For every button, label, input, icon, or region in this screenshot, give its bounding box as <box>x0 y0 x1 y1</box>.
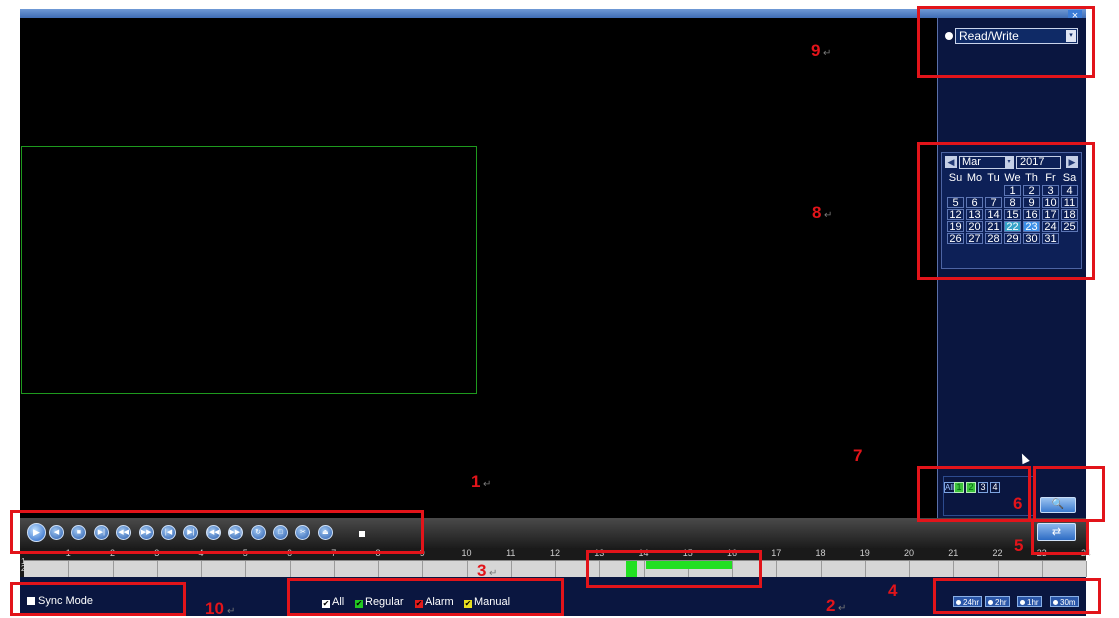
timeline-row-label: 2 <box>21 564 26 573</box>
annotation-box-6 <box>1033 466 1105 522</box>
annotation-label-4: 4 <box>888 581 898 600</box>
timeline-gridline <box>289 561 291 577</box>
annotation-box-10 <box>10 582 186 616</box>
return-mark: ↵ <box>824 210 833 221</box>
timeline-hour-label: 22 <box>992 548 1003 558</box>
timeline-hour-label: 18 <box>815 548 826 558</box>
timeline-gridline <box>997 561 999 577</box>
timeline-gridline <box>510 561 512 577</box>
annotation-box-8 <box>917 142 1095 280</box>
return-mark: ↵ <box>823 48 832 59</box>
timeline-gridline <box>422 561 424 577</box>
annotation-label-6: 6 <box>1013 494 1023 513</box>
timeline-gridline <box>68 561 70 577</box>
return-mark: ↵ <box>483 479 492 490</box>
annotation-label-5: 5 <box>1014 536 1024 555</box>
timeline-gridline <box>555 561 556 577</box>
timeline-hour-label: 21 <box>948 548 959 558</box>
timeline-gridline <box>333 561 335 577</box>
video-channel-frame <box>21 146 477 394</box>
timeline-gridline <box>953 561 955 577</box>
timeline-track[interactable] <box>24 560 1087 577</box>
timeline-gridline <box>112 561 114 577</box>
annotation-box-filters <box>287 578 564 616</box>
return-mark: ↵ <box>838 603 847 614</box>
timeline-hour-label: 11 <box>506 548 516 558</box>
timeline-gridline <box>378 561 379 577</box>
return-mark: ↵ <box>489 568 498 579</box>
timeline-gridline <box>1041 561 1043 577</box>
timeline-hour-label: 20 <box>903 548 915 558</box>
timeline-gridline <box>820 561 822 577</box>
timeline-gridline <box>245 561 247 577</box>
timeline-gridline <box>909 561 910 577</box>
annotation-box-2 <box>933 578 1101 614</box>
timeline-gridline <box>156 561 158 577</box>
annotation-label-2: 2 <box>826 596 836 615</box>
timeline-gridline <box>201 561 202 577</box>
annotation-label-3: 3 <box>477 561 487 580</box>
annotation-box-9 <box>917 6 1095 78</box>
timeline-gridline <box>864 561 866 577</box>
annotation-label-7: 7 <box>853 446 863 465</box>
annotation-label-10: 10 <box>205 599 224 618</box>
timeline-gridline <box>466 561 468 577</box>
timeline-gridline <box>776 561 778 577</box>
timeline-gridline <box>1086 561 1087 577</box>
timeline-hour-label: 10 <box>461 548 472 558</box>
annotation-label-1: 1 <box>471 472 481 491</box>
timeline-row-labels: 12 <box>21 558 26 573</box>
timeline-hour-label: 17 <box>771 548 782 558</box>
timeline-hour-label: 12 <box>549 548 561 558</box>
timeline-hour-label: 19 <box>859 548 870 558</box>
annotation-label-8: 8 <box>812 203 822 222</box>
annotation-label-9: 9 <box>811 41 821 60</box>
annotation-box-3 <box>586 550 762 588</box>
annotation-box-1 <box>10 510 424 554</box>
annotation-box-5 <box>1031 519 1089 555</box>
